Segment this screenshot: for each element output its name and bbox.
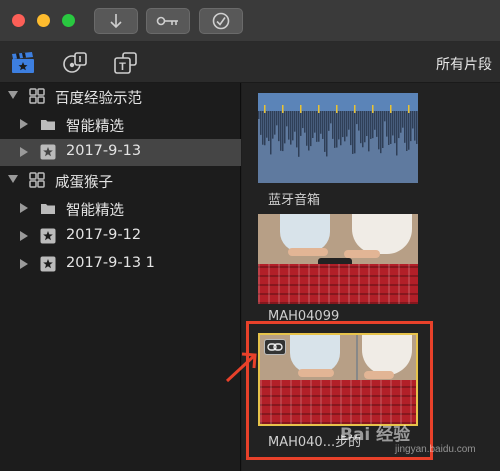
audio-waveform-icon — [258, 93, 418, 157]
close-window-button[interactable] — [12, 14, 25, 27]
folder-icon — [41, 120, 55, 130]
photos-and-audio-icon[interactable] — [63, 52, 87, 74]
library-grid-icon — [29, 88, 45, 104]
sidebar-item-label: 2017-9-13 1 — [66, 255, 155, 271]
sidebar-item-event[interactable]: 2017-9-13 — [0, 139, 241, 166]
video-clip-thumbnail[interactable] — [258, 214, 418, 304]
browser-toolbar: T 所有片段 — [0, 42, 500, 83]
libraries-sidebar: 百度经验示范 智能精选 2017-9-13 咸蛋猴子 智能精选 2017-9-1… — [0, 83, 241, 471]
sidebar-item-label: 2017-9-13 — [66, 143, 142, 159]
zoom-window-button[interactable] — [62, 14, 75, 27]
disclosure-triangle-icon[interactable] — [20, 259, 28, 269]
library-row[interactable]: 百度经验示范 — [0, 83, 241, 110]
sidebar-item-event[interactable]: 2017-9-13 1 — [0, 251, 241, 278]
watermark-url: jingyan.baidu.com — [395, 444, 476, 455]
library-grid-icon — [29, 172, 45, 188]
checkmark-circle-icon — [212, 12, 230, 30]
svg-text:T: T — [119, 61, 126, 73]
folder-icon — [41, 204, 55, 214]
disclosure-triangle-icon[interactable] — [8, 91, 18, 99]
browser-filter-title[interactable]: 所有片段 — [436, 54, 492, 74]
key-icon — [156, 16, 178, 26]
background-tasks-button[interactable] — [199, 8, 243, 34]
import-button[interactable] — [94, 8, 138, 34]
download-arrow-icon — [110, 14, 122, 29]
library-row[interactable]: 咸蛋猴子 — [0, 167, 241, 194]
sidebar-item-smart-collection[interactable]: 智能精选 — [0, 195, 241, 222]
sidebar-item-label: 2017-9-12 — [66, 227, 142, 243]
keyword-button[interactable] — [146, 8, 190, 34]
audio-clip-thumbnail[interactable] — [258, 93, 418, 183]
disclosure-triangle-icon[interactable] — [20, 119, 28, 129]
event-star-icon — [40, 256, 56, 272]
titles-and-generators-icon[interactable]: T — [114, 52, 138, 74]
disclosure-triangle-icon[interactable] — [8, 175, 18, 183]
sidebar-item-label: 智能精选 — [66, 203, 124, 219]
title-bar — [0, 0, 500, 42]
disclosure-triangle-icon[interactable] — [20, 203, 28, 213]
watermark-brand: Bai 经验 — [340, 425, 411, 445]
sidebar-item-smart-collection[interactable]: 智能精选 — [0, 111, 241, 138]
minimize-window-button[interactable] — [37, 14, 50, 27]
libraries-clapper-icon[interactable] — [11, 52, 35, 74]
event-star-icon — [40, 144, 56, 160]
disclosure-triangle-icon[interactable] — [20, 147, 28, 157]
event-star-icon — [40, 228, 56, 244]
library-name: 百度经验示范 — [55, 91, 142, 107]
sidebar-item-event[interactable]: 2017-9-12 — [0, 223, 241, 250]
clip-name: 蓝牙音箱 — [268, 193, 321, 208]
sidebar-item-label: 智能精选 — [66, 119, 124, 135]
disclosure-triangle-icon[interactable] — [20, 231, 28, 241]
annotation-arrow-icon — [225, 352, 257, 383]
library-name: 咸蛋猴子 — [55, 175, 113, 191]
